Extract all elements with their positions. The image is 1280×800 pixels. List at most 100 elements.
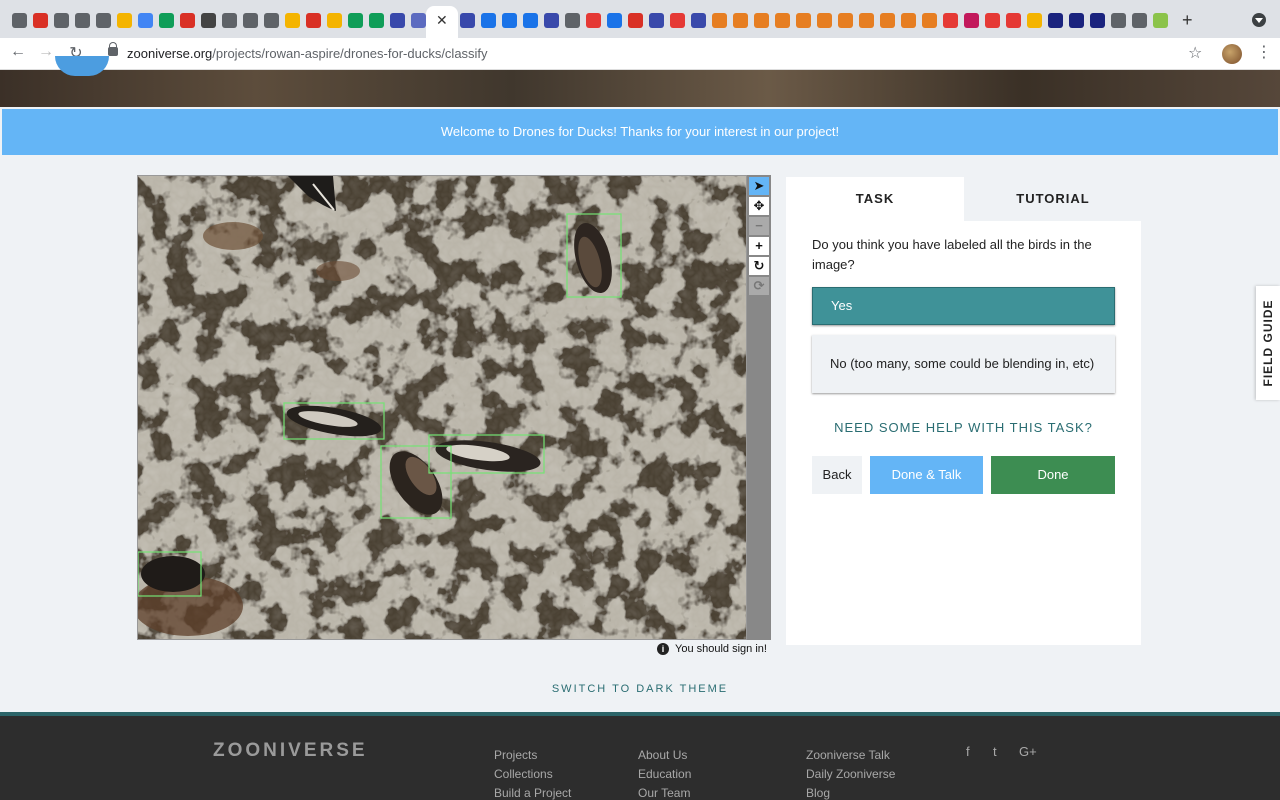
tab-favicon-icon[interactable] <box>264 13 279 28</box>
tab-search-icon[interactable] <box>1252 13 1266 27</box>
tab-tutorial[interactable]: TUTORIAL <box>964 177 1142 221</box>
new-tab-icon[interactable]: + <box>1182 10 1193 31</box>
tab-favicon-icon[interactable] <box>817 13 832 28</box>
tab-favicon-icon[interactable] <box>180 13 195 28</box>
tab-favicon-icon[interactable] <box>201 13 216 28</box>
answer-yes-label: Yes <box>831 298 853 313</box>
tab-favicon-icon[interactable] <box>544 13 559 28</box>
bookmark-star-icon[interactable]: ☆ <box>1188 43 1202 63</box>
tab-favicon-icon[interactable] <box>390 13 405 28</box>
profile-avatar[interactable] <box>1222 44 1242 64</box>
browser-toolbar: ← → ↻ zooniverse.org/projects/rowan-aspi… <box>0 38 1280 70</box>
tab-favicon-icon[interactable] <box>1132 13 1147 28</box>
browser-menu-icon[interactable]: ⋮ <box>1256 42 1272 62</box>
footer-link[interactable]: Build a Project <box>494 784 571 800</box>
tab-favicon-icon[interactable] <box>754 13 769 28</box>
footer-link[interactable]: About Us <box>638 746 691 765</box>
tab-favicon-icon[interactable] <box>586 13 601 28</box>
zooniverse-logo[interactable]: ZOONIVERSE <box>213 740 368 762</box>
tab-favicon-icon[interactable] <box>733 13 748 28</box>
tab-favicon-icon[interactable] <box>670 13 685 28</box>
tab-favicon-icon[interactable] <box>943 13 958 28</box>
lock-icon[interactable] <box>108 42 118 56</box>
google-plus-icon[interactable]: G+ <box>1019 744 1037 759</box>
forward-arrow-icon[interactable]: → <box>36 43 56 61</box>
tab-favicon-icon[interactable] <box>838 13 853 28</box>
tab-favicon-icon[interactable] <box>1006 13 1021 28</box>
tab-favicon-icon[interactable] <box>901 13 916 28</box>
tab-favicon-icon[interactable] <box>481 13 496 28</box>
tab-favicon-icon[interactable] <box>1153 13 1168 28</box>
footer-link[interactable]: Projects <box>494 746 571 765</box>
tab-favicon-icon[interactable] <box>117 13 132 28</box>
tab-favicon-icon[interactable] <box>1027 13 1042 28</box>
switch-dark-theme-link[interactable]: SWITCH TO DARK THEME <box>0 683 1280 695</box>
tab-favicon-icon[interactable] <box>138 13 153 28</box>
done-and-talk-button[interactable]: Done & Talk <box>870 456 983 494</box>
tab-task[interactable]: TASK <box>786 177 964 221</box>
field-guide-label: FIELD GUIDE <box>1261 299 1275 387</box>
back-button[interactable]: Back <box>812 456 862 494</box>
done-button[interactable]: Done <box>991 456 1115 494</box>
tab-favicon-icon[interactable] <box>285 13 300 28</box>
zoom-in-icon[interactable]: + <box>749 237 769 255</box>
footer-link[interactable]: Zooniverse Talk <box>806 746 895 765</box>
tab-favicon-icon[interactable] <box>565 13 580 28</box>
facebook-icon[interactable]: f <box>966 744 970 759</box>
footer-link[interactable]: Blog <box>806 784 895 800</box>
footer-link[interactable]: Daily Zooniverse <box>806 765 895 784</box>
tab-favicon-icon[interactable] <box>222 13 237 28</box>
tab-close-icon[interactable]: ✕ <box>436 12 448 29</box>
tab-favicon-icon[interactable] <box>96 13 111 28</box>
sign-in-text: You should sign in! <box>675 643 767 655</box>
tab-favicon-icon[interactable] <box>369 13 384 28</box>
tab-favicon-icon[interactable] <box>12 13 27 28</box>
answer-yes[interactable]: Yes <box>812 287 1115 325</box>
field-guide-tab[interactable]: FIELD GUIDE <box>1256 286 1280 400</box>
help-link[interactable]: NEED SOME HELP WITH THIS TASK? <box>786 420 1141 435</box>
zoom-out-icon[interactable]: − <box>749 217 769 235</box>
tab-favicon-icon[interactable] <box>1069 13 1084 28</box>
tab-favicon-icon[interactable] <box>411 13 426 28</box>
tab-favicon-icon[interactable] <box>964 13 979 28</box>
tab-favicon-icon[interactable] <box>159 13 174 28</box>
tab-favicon-icon[interactable] <box>502 13 517 28</box>
twitter-icon[interactable]: t <box>993 744 997 759</box>
tab-favicon-icon[interactable] <box>348 13 363 28</box>
answer-no[interactable]: No (too many, some could be blending in,… <box>812 335 1115 393</box>
move-icon[interactable]: ✥ <box>749 197 769 215</box>
tab-favicon-icon[interactable] <box>985 13 1000 28</box>
tab-favicon-icon[interactable] <box>880 13 895 28</box>
tab-favicon-icon[interactable] <box>922 13 937 28</box>
tab-favicon-icon[interactable] <box>327 13 342 28</box>
footer-link[interactable]: Education <box>638 765 691 784</box>
tab-favicon-icon[interactable] <box>243 13 258 28</box>
tab-favicon-icon[interactable] <box>649 13 664 28</box>
back-arrow-icon[interactable]: ← <box>8 43 28 61</box>
tab-favicon-icon[interactable] <box>859 13 874 28</box>
tab-favicon-icon[interactable] <box>1111 13 1126 28</box>
rotate-icon[interactable]: ↻ <box>749 257 769 275</box>
tab-favicon-icon[interactable] <box>306 13 321 28</box>
url-text[interactable]: zooniverse.org/projects/rowan-aspire/dro… <box>127 46 488 61</box>
tab-favicon-icon[interactable] <box>1048 13 1063 28</box>
tab-favicon-icon[interactable] <box>523 13 538 28</box>
tab-favicon-icon[interactable] <box>775 13 790 28</box>
tab-favicon-icon[interactable] <box>628 13 643 28</box>
tab-favicon-icon[interactable] <box>460 13 475 28</box>
reset-icon[interactable]: ⟳ <box>749 277 769 295</box>
tab-favicon-icon[interactable] <box>712 13 727 28</box>
footer-link[interactable]: Collections <box>494 765 571 784</box>
tab-favicon-icon[interactable] <box>691 13 706 28</box>
drone-photo[interactable] <box>138 176 747 640</box>
tab-favicon-icon[interactable] <box>607 13 622 28</box>
pointer-icon[interactable]: ➤ <box>749 177 769 195</box>
tab-favicon-icon[interactable] <box>75 13 90 28</box>
tab-favicon-icon[interactable] <box>54 13 69 28</box>
tab-favicon-icon[interactable] <box>1090 13 1105 28</box>
tab-favicon-icon[interactable] <box>33 13 48 28</box>
subject-image-viewer[interactable] <box>137 175 747 640</box>
sign-in-notice[interactable]: i You should sign in! <box>657 643 767 655</box>
footer-link[interactable]: Our Team <box>638 784 691 800</box>
tab-favicon-icon[interactable] <box>796 13 811 28</box>
